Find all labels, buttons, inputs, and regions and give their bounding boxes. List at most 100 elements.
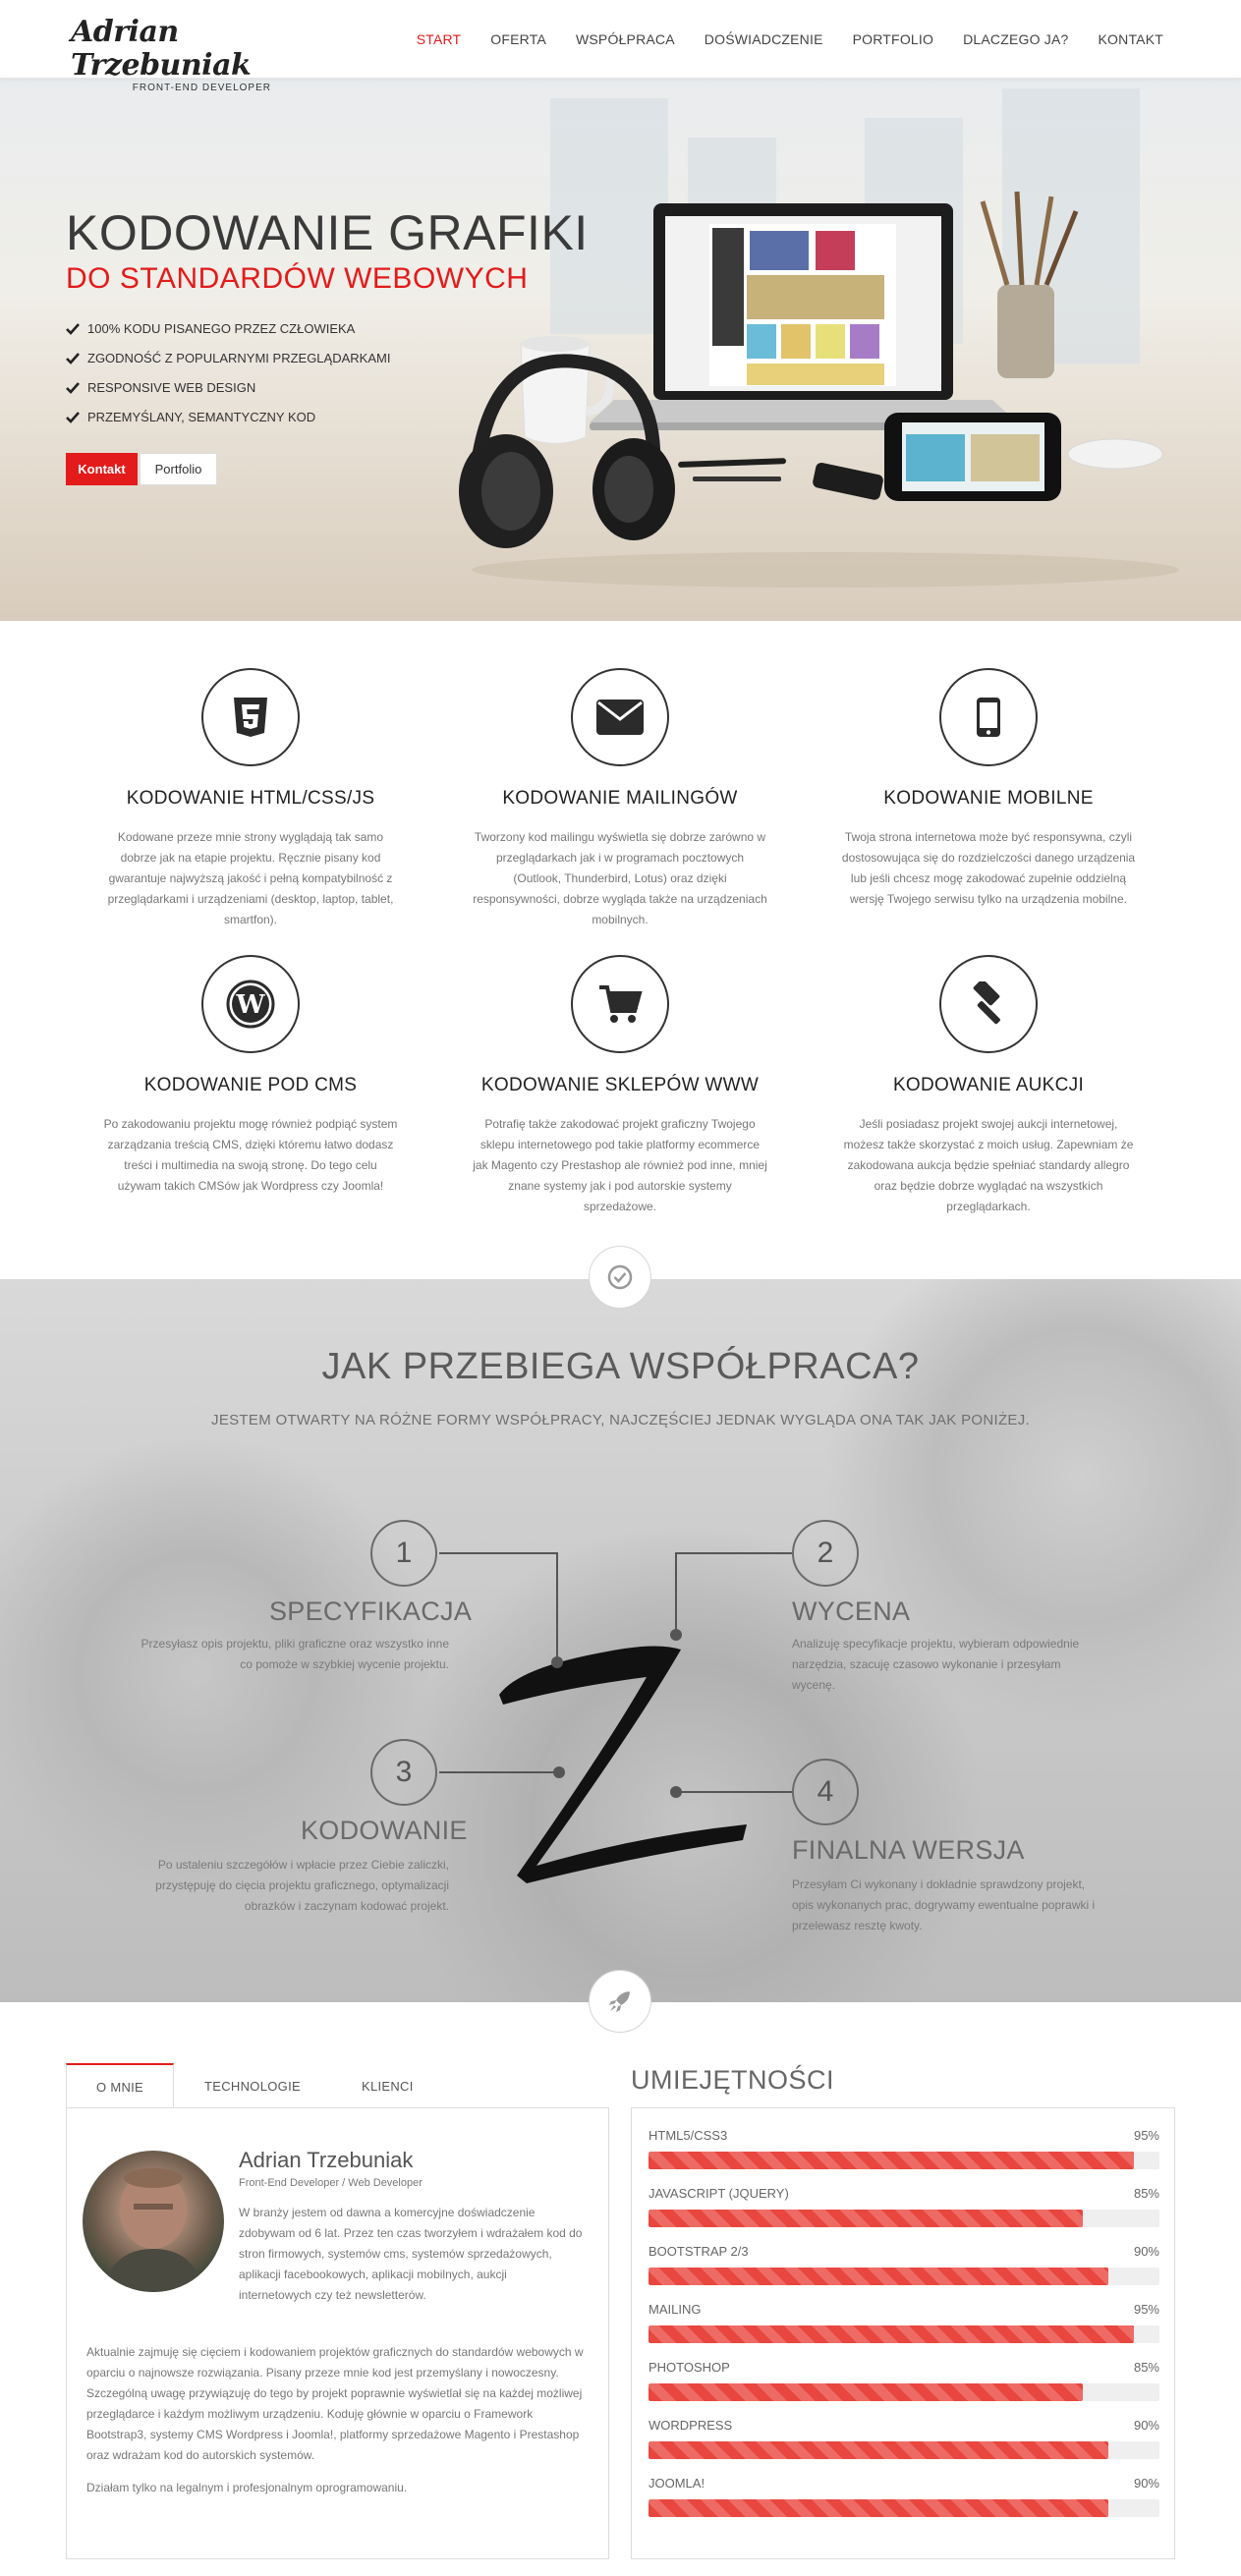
about-paragraph: Działam tylko na legalnym i profesjonaln… <box>86 2481 408 2494</box>
skill-item: JAVASCRIPT (JQUERY) 85% <box>649 2186 1159 2227</box>
step-connector <box>676 1791 792 1793</box>
gavel-icon <box>973 981 1000 1025</box>
smartphone-icon <box>884 413 1061 501</box>
skills-title: UMIEJĘTNOŚCI <box>631 2065 835 2095</box>
skill-bar-fill <box>649 2383 1083 2401</box>
skill-bar-fill <box>649 2152 1134 2169</box>
hero-section: KODOWANIE GRAFIKI DO STANDARDÓW WEBOWYCH… <box>0 79 1241 621</box>
hero-feature-list: 100% KODU PISANEGO PRZEZ CZŁOWIEKA ZGODN… <box>66 314 390 432</box>
skill-bar <box>649 2152 1159 2169</box>
skill-name: HTML5/CSS3 <box>649 2128 728 2143</box>
about-section: O MNIE TECHNOLOGIE KLIENCI Adrian Trzebu… <box>0 2002 1241 2576</box>
check-icon <box>66 353 80 364</box>
step-connector-dot <box>670 1629 682 1641</box>
skill-bar <box>649 2268 1159 2285</box>
tab-technologie[interactable]: TECHNOLOGIE <box>174 2063 331 2108</box>
svg-text:W: W <box>235 990 265 1020</box>
skill-bar <box>649 2383 1159 2401</box>
service-description: Tworzony kod mailingu wyświetla się dobr… <box>473 830 767 926</box>
menu-item-portfolio[interactable]: PORTFOLIO <box>838 31 948 47</box>
step-description: Analizuję specyfikacje projektu, wybiera… <box>792 1637 1080 1692</box>
avatar <box>83 2151 224 2292</box>
skill-item: PHOTOSHOP 85% <box>649 2360 1159 2401</box>
step-title: KODOWANIE <box>301 1816 468 1845</box>
skill-name: WORDPRESS <box>649 2418 733 2433</box>
skill-bar-fill <box>649 2268 1108 2285</box>
process-section: JAK PRZEBIEGA WSPÓŁPRACA? JESTEM OTWARTY… <box>0 1279 1241 2002</box>
menu-item-oferta[interactable]: OFERTA <box>476 31 561 47</box>
step-title: SPECYFIKACJA <box>269 1596 473 1626</box>
service-description: Kodowane przeze mnie strony wyglądają ta… <box>107 830 394 926</box>
about-paragraph: W branży jestem od dawna a komercyjne do… <box>239 2206 583 2302</box>
skill-bar <box>649 2325 1159 2343</box>
skill-name: BOOTSTRAP 2/3 <box>649 2244 749 2259</box>
skill-bar <box>649 2499 1159 2517</box>
skill-percent: 95% <box>1133 2128 1159 2143</box>
service-icon-circle <box>571 955 669 1053</box>
hero-feature-text: RESPONSIVE WEB DESIGN <box>87 380 256 395</box>
skill-name: JOOMLA! <box>649 2476 705 2491</box>
logo-tagline: FRONT-END DEVELOPER <box>132 83 271 93</box>
tab-o-mnie[interactable]: O MNIE <box>66 2063 175 2108</box>
service-description: Potrafię także zakodować projekt graficz… <box>473 1117 767 1213</box>
pencil-holder-icon <box>980 191 1079 378</box>
skill-bar-fill <box>649 2441 1108 2459</box>
skill-percent: 90% <box>1133 2244 1159 2259</box>
step-number-3: 3 <box>370 1739 437 1806</box>
tab-klienci[interactable]: KLIENCI <box>331 2063 444 2108</box>
service-card: KODOWANIE SKLEPÓW WWW Potrafię także zak… <box>443 955 797 1217</box>
avatar-photo <box>102 2168 204 2292</box>
step-connector <box>439 1552 557 1554</box>
process-subtitle: JESTEM OTWARTY NA RÓŻNE FORMY WSPÓŁPRACY… <box>211 1412 1030 1428</box>
hero-devices-illustration <box>459 191 1179 588</box>
menu-item-wspolpraca[interactable]: WSPÓŁPRACA <box>561 31 690 47</box>
step-number-4: 4 <box>792 1759 859 1825</box>
hero-feature-text: ZGODNOŚĆ Z POPULARNYMI PRZEGLĄDARKAMI <box>87 351 391 365</box>
check-icon <box>66 412 80 423</box>
service-card: KODOWANIE MAILINGÓW Tworzony kod mailing… <box>443 668 797 930</box>
top-navbar: Adrian Trzebuniak FRONT-END DEVELOPER ST… <box>0 0 1241 93</box>
z-logo-illustration <box>499 1646 747 1883</box>
skill-percent: 85% <box>1133 2360 1159 2375</box>
service-icon-circle <box>201 668 300 766</box>
contact-button[interactable]: Kontakt <box>66 453 138 485</box>
service-title: KODOWANIE POD CMS <box>143 1075 358 1095</box>
skill-percent: 90% <box>1133 2476 1159 2491</box>
portfolio-button[interactable]: Portfolio <box>140 453 217 485</box>
step-description: Po ustaleniu szczegółów i wpłacie przez … <box>155 1858 449 1913</box>
menu-item-dlaczego-ja[interactable]: DLACZEGO JA? <box>948 31 1083 47</box>
menu-item-start[interactable]: START <box>402 31 477 47</box>
service-description: Po zakodowaniu projektu mogę również pod… <box>103 1117 398 1193</box>
skill-item: WORDPRESS 90% <box>649 2418 1159 2459</box>
service-icon-circle: W <box>201 955 300 1053</box>
service-title: KODOWANIE MAILINGÓW <box>502 788 738 809</box>
process-title: JAK PRZEBIEGA WSPÓŁPRACA? <box>321 1346 920 1387</box>
menu-item-doswiadczenie[interactable]: DOŚWIADCZENIE <box>690 31 838 47</box>
skill-percent: 95% <box>1133 2302 1159 2317</box>
hero-feature-item: ZGODNOŚĆ Z POPULARNYMI PRZEGLĄDARKAMI <box>66 344 390 373</box>
html5-icon <box>234 698 267 737</box>
service-card: KODOWANIE AUKCJI Jeśli posiadasz projekt… <box>812 955 1165 1217</box>
site-logo[interactable]: Adrian Trzebuniak FRONT-END DEVELOPER <box>71 16 277 94</box>
marker-icon <box>813 462 883 500</box>
skill-percent: 90% <box>1133 2418 1159 2433</box>
step-connector <box>675 1552 677 1635</box>
service-title: KODOWANIE SKLEPÓW WWW <box>480 1075 760 1095</box>
step-description: Przesyłam Ci wykonany i dokładnie sprawd… <box>792 1877 1096 1932</box>
step-connector <box>439 1771 557 1773</box>
step-title: WYCENA <box>792 1596 911 1626</box>
hero-feature-item: RESPONSIVE WEB DESIGN <box>66 373 390 403</box>
skill-item: MAILING 95% <box>649 2302 1159 2343</box>
pen-icon <box>678 458 787 468</box>
service-card: KODOWANIE HTML/CSS/JS Kodowane przeze mn… <box>74 668 427 930</box>
step-title: FINALNA WERSJA <box>792 1835 1025 1865</box>
services-section: KODOWANIE HTML/CSS/JS Kodowane przeze mn… <box>0 621 1241 1279</box>
step-connector-dot <box>551 1656 563 1668</box>
about-role: Front-End Developer / Web Developer <box>239 2177 423 2189</box>
skill-item: JOOMLA! 90% <box>649 2476 1159 2517</box>
service-description: Twoja strona internetowa może być respon… <box>841 830 1136 906</box>
step-connector <box>676 1552 792 1554</box>
cart-icon <box>599 985 643 1023</box>
hero-feature-item: PRZEMYŚLANY, SEMANTYCZNY KOD <box>66 403 390 432</box>
menu-item-kontakt[interactable]: KONTAKT <box>1084 31 1178 47</box>
